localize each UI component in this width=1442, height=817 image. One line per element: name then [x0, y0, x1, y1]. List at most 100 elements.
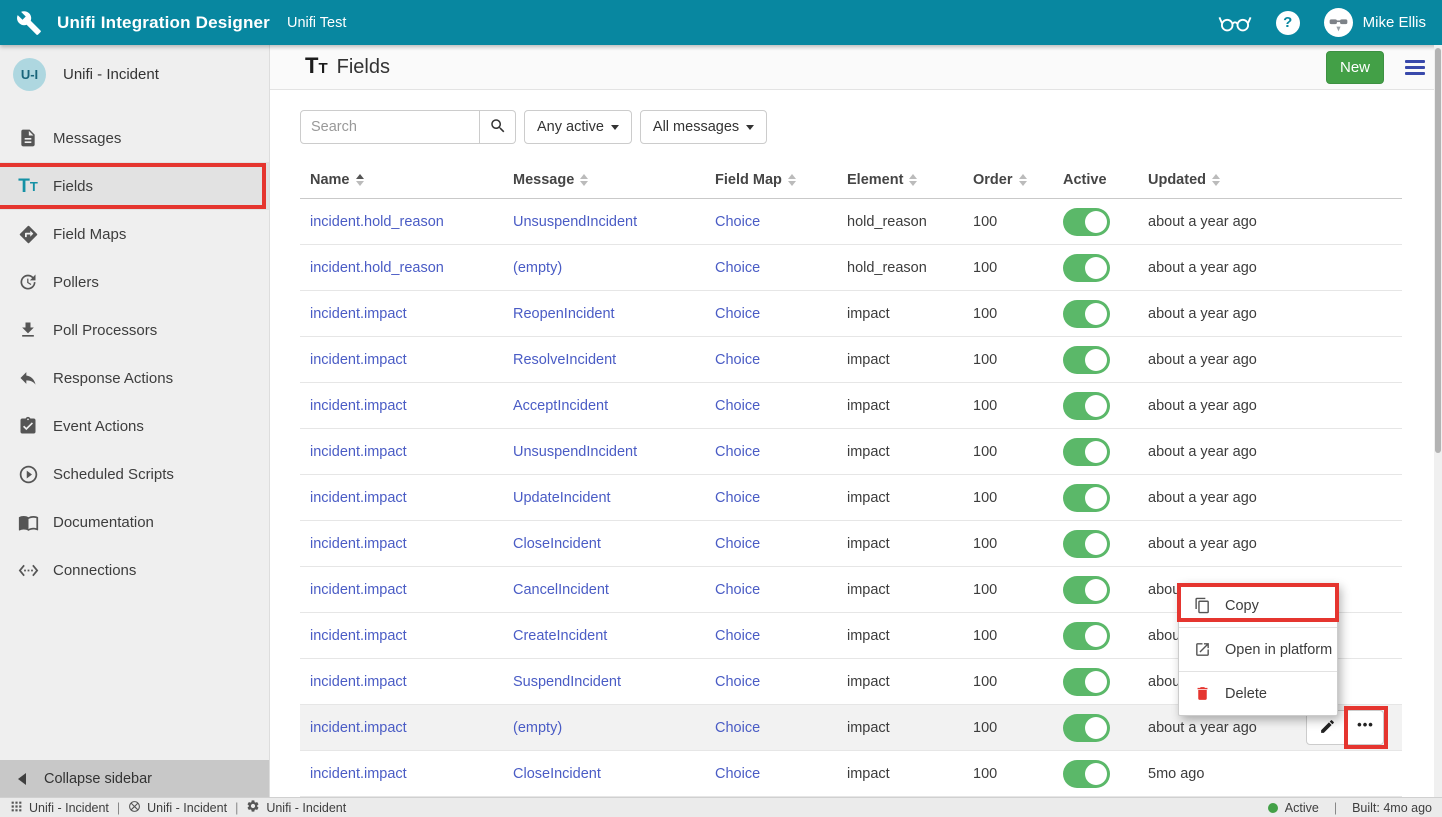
active-toggle[interactable]	[1063, 208, 1110, 236]
page-title-group: TT Fields	[305, 55, 390, 79]
glasses-icon[interactable]	[1218, 12, 1252, 34]
sidebar-item-field-maps[interactable]: Field Maps	[0, 210, 269, 258]
column-header-updated[interactable]: Updated	[1138, 172, 1402, 188]
name-link[interactable]: incident.impact	[310, 674, 407, 690]
workspace-link-3[interactable]: Unifi - Incident	[246, 799, 346, 816]
field-map-link[interactable]: Choice	[715, 260, 760, 276]
field-map-link[interactable]: Choice	[715, 398, 760, 414]
name-link[interactable]: incident.impact	[310, 582, 407, 598]
toggle-knob	[1085, 717, 1107, 739]
active-filter-dropdown[interactable]: Any active	[524, 110, 632, 144]
active-toggle[interactable]	[1063, 530, 1110, 558]
name-link[interactable]: incident.impact	[310, 766, 407, 782]
active-toggle[interactable]	[1063, 346, 1110, 374]
active-toggle[interactable]	[1063, 484, 1110, 512]
gear-icon	[246, 799, 260, 816]
column-header-field-map[interactable]: Field Map	[705, 172, 837, 188]
context-menu-copy[interactable]: Copy	[1179, 584, 1337, 627]
message-link[interactable]: SuspendIncident	[513, 674, 621, 690]
element-value: impact	[847, 674, 890, 690]
column-header-message[interactable]: Message	[503, 172, 705, 188]
name-link[interactable]: incident.hold_reason	[310, 260, 444, 276]
sidebar-item-fields[interactable]: TT Fields	[0, 162, 269, 210]
field-map-link[interactable]: Choice	[715, 674, 760, 690]
name-link[interactable]: incident.impact	[310, 490, 407, 506]
message-link[interactable]: ResolveIncident	[513, 352, 616, 368]
active-toggle[interactable]	[1063, 438, 1110, 466]
active-toggle[interactable]	[1063, 254, 1110, 282]
name-link[interactable]: incident.impact	[310, 398, 407, 414]
field-map-link[interactable]: Choice	[715, 536, 760, 552]
sidebar-item-scheduled-scripts[interactable]: Scheduled Scripts	[0, 450, 269, 498]
field-map-link[interactable]: Choice	[715, 490, 760, 506]
message-link[interactable]: (empty)	[513, 720, 562, 736]
name-link[interactable]: incident.impact	[310, 306, 407, 322]
field-map-link[interactable]: Choice	[715, 628, 760, 644]
message-link[interactable]: ReopenIncident	[513, 306, 615, 322]
field-map-link[interactable]: Choice	[715, 582, 760, 598]
message-filter-dropdown[interactable]: All messages	[640, 110, 767, 144]
sidebar-item-event-actions[interactable]: Event Actions	[0, 402, 269, 450]
column-header-element[interactable]: Element	[837, 172, 963, 188]
message-link[interactable]: UpdateIncident	[513, 490, 611, 506]
field-map-link[interactable]: Choice	[715, 444, 760, 460]
new-button[interactable]: New	[1326, 51, 1384, 84]
name-link[interactable]: incident.impact	[310, 536, 407, 552]
divider: |	[1334, 801, 1337, 815]
name-link[interactable]: incident.impact	[310, 352, 407, 368]
column-header-order[interactable]: Order	[963, 172, 1053, 188]
context-menu-open-in-platform[interactable]: Open in platform	[1179, 628, 1337, 671]
user-menu[interactable]: Mike Ellis	[1324, 8, 1426, 37]
name-link[interactable]: incident.impact	[310, 444, 407, 460]
message-link[interactable]: CreateIncident	[513, 628, 607, 644]
integration-header[interactable]: U-I Unifi - Incident	[0, 45, 269, 103]
name-link[interactable]: incident.impact	[310, 628, 407, 644]
search-input[interactable]	[300, 110, 480, 144]
message-link[interactable]: UnsuspendIncident	[513, 214, 637, 230]
workspace-link-2[interactable]: Unifi - Incident	[128, 800, 227, 816]
message-link[interactable]: UnsuspendIncident	[513, 444, 637, 460]
sidebar-item-label: Fields	[53, 178, 93, 195]
sidebar-item-documentation[interactable]: Documentation	[0, 498, 269, 546]
name-link[interactable]: incident.impact	[310, 720, 407, 736]
integration-avatar: U-I	[13, 58, 46, 91]
sidebar-item-poll-processors[interactable]: Poll Processors	[0, 306, 269, 354]
sidebar-item-messages[interactable]: Messages	[0, 114, 269, 162]
column-header-name[interactable]: Name	[300, 172, 503, 188]
more-actions-button[interactable]: •••	[1348, 710, 1384, 745]
field-map-link[interactable]: Choice	[715, 720, 760, 736]
active-toggle[interactable]	[1063, 668, 1110, 696]
book-icon	[17, 511, 39, 533]
message-link[interactable]: CloseIncident	[513, 536, 601, 552]
message-link[interactable]: CloseIncident	[513, 766, 601, 782]
divider: |	[117, 801, 120, 815]
menu-hamburger-icon[interactable]	[1405, 60, 1425, 75]
message-link[interactable]: AcceptIncident	[513, 398, 608, 414]
sidebar-item-response-actions[interactable]: Response Actions	[0, 354, 269, 402]
context-menu-delete[interactable]: Delete	[1179, 672, 1337, 715]
field-map-link[interactable]: Choice	[715, 766, 760, 782]
column-label: Field Map	[715, 172, 782, 188]
scrollbar-thumb[interactable]	[1435, 48, 1441, 453]
active-toggle[interactable]	[1063, 760, 1110, 788]
name-link[interactable]: incident.hold_reason	[310, 214, 444, 230]
updated-value: about a year ago	[1148, 306, 1257, 322]
active-toggle[interactable]	[1063, 300, 1110, 328]
collapse-sidebar-button[interactable]: Collapse sidebar	[0, 760, 269, 797]
active-toggle[interactable]	[1063, 576, 1110, 604]
field-map-link[interactable]: Choice	[715, 352, 760, 368]
field-map-link[interactable]: Choice	[715, 306, 760, 322]
message-link[interactable]: (empty)	[513, 260, 562, 276]
environment-name[interactable]: Unifi Test	[287, 15, 346, 31]
workspace-link-1[interactable]: Unifi - Incident	[10, 800, 109, 816]
help-icon[interactable]: ?	[1276, 11, 1300, 35]
active-toggle[interactable]	[1063, 622, 1110, 650]
search-button[interactable]	[480, 110, 516, 144]
active-toggle[interactable]	[1063, 714, 1110, 742]
sidebar-item-pollers[interactable]: Pollers	[0, 258, 269, 306]
field-map-link[interactable]: Choice	[715, 214, 760, 230]
vertical-scrollbar[interactable]	[1434, 45, 1442, 797]
sidebar-item-connections[interactable]: Connections	[0, 546, 269, 594]
active-toggle[interactable]	[1063, 392, 1110, 420]
message-link[interactable]: CancelIncident	[513, 582, 609, 598]
